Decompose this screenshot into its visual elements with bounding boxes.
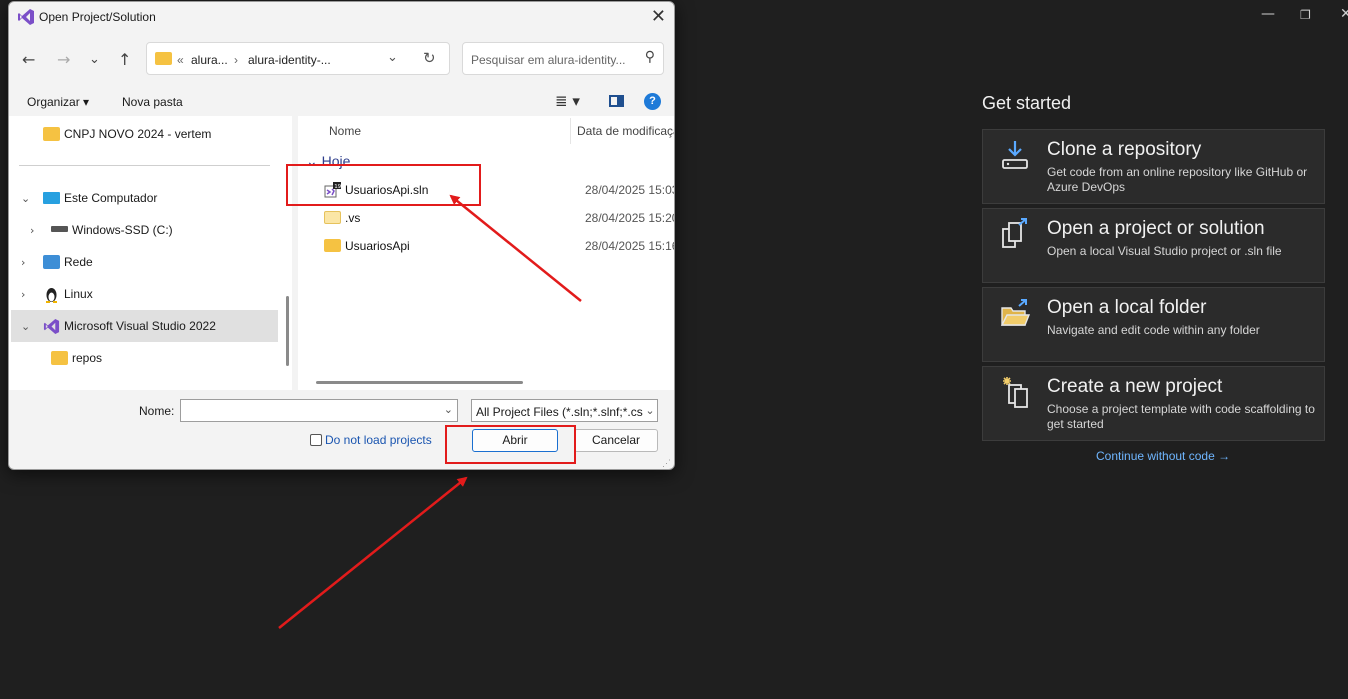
arrow-to-solution-file	[449, 194, 582, 302]
annotation-arrows	[278, 194, 582, 629]
arrow-to-open-button	[278, 476, 468, 629]
